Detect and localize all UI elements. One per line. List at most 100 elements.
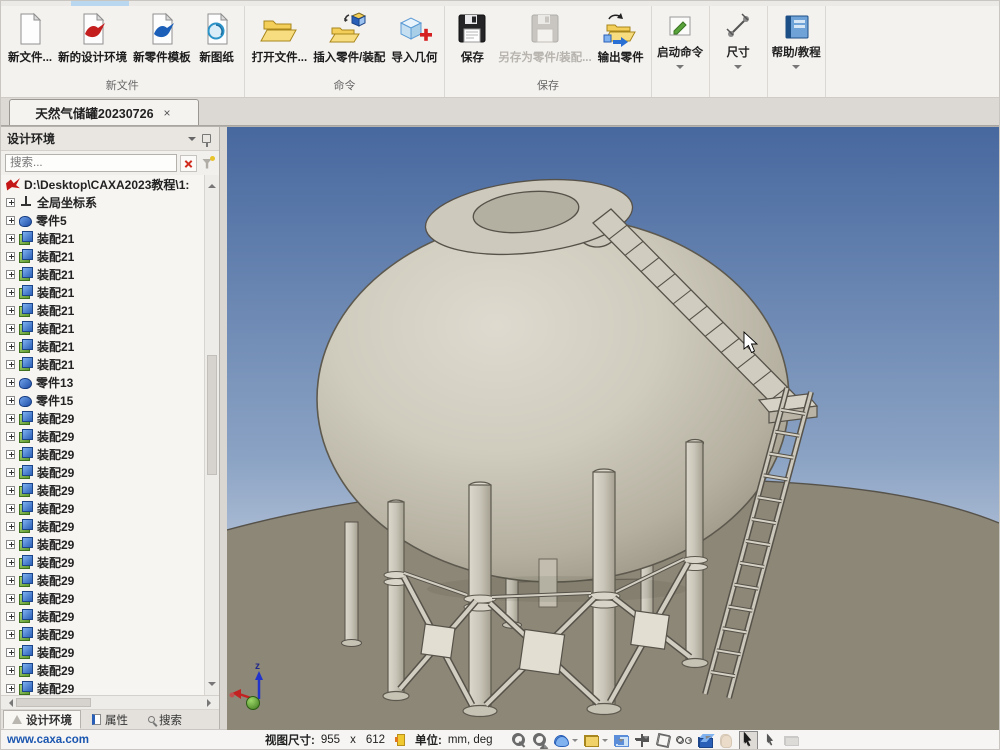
tree-expander-icon[interactable]: [6, 504, 15, 513]
tree-expander-icon[interactable]: [6, 342, 15, 351]
tree-expander-icon[interactable]: [6, 648, 15, 657]
tree-expander-icon[interactable]: [6, 306, 15, 315]
tree-item[interactable]: 装配29: [1, 535, 204, 553]
scroll-right-icon[interactable]: [207, 699, 215, 707]
tree-item[interactable]: 装配29: [1, 643, 204, 661]
tree-item[interactable]: 装配29: [1, 481, 204, 499]
tree-item[interactable]: 装配21: [1, 301, 204, 319]
tree-item[interactable]: 装配21: [1, 319, 204, 337]
save-as-button[interactable]: 另存为零件/装配...: [495, 8, 594, 67]
panel-collapse-icon[interactable]: [188, 137, 196, 145]
tab-properties[interactable]: 属性: [83, 710, 137, 729]
view-cylinder-icon[interactable]: [553, 732, 579, 749]
tree-expander-icon[interactable]: [6, 288, 15, 297]
tree-item[interactable]: 装配29: [1, 607, 204, 625]
tree-item[interactable]: 全局坐标系: [1, 193, 204, 211]
tree-item[interactable]: 装配29: [1, 625, 204, 643]
start-command-button[interactable]: 启动命令: [652, 6, 710, 97]
tree-item[interactable]: 装配29: [1, 499, 204, 517]
tree-item[interactable]: 装配29: [1, 571, 204, 589]
scroll-up-icon[interactable]: [208, 180, 216, 188]
new-drawing-button[interactable]: 新图纸: [194, 8, 240, 67]
insert-part-button[interactable]: 插入零件/装配: [310, 8, 388, 67]
pan-hand-icon[interactable]: [718, 732, 735, 749]
import-geometry-button[interactable]: 导入几何: [388, 8, 440, 67]
tree-item[interactable]: 装配29: [1, 589, 204, 607]
scroll-down-icon[interactable]: [208, 682, 216, 690]
tab-design-environment[interactable]: 设计环境: [3, 710, 81, 729]
view-panel-icon[interactable]: [613, 732, 630, 749]
tree-item[interactable]: 零件13: [1, 373, 204, 391]
tree-item[interactable]: 装配21: [1, 283, 204, 301]
tree-expander-icon[interactable]: [6, 540, 15, 549]
tree-expander-icon[interactable]: [6, 468, 15, 477]
clear-search-button[interactable]: [180, 155, 197, 172]
new-file-button[interactable]: 新文件...: [5, 8, 55, 67]
open-file-button[interactable]: 打开文件...: [249, 8, 311, 67]
caxa-link[interactable]: www.caxa.com: [7, 734, 89, 746]
wire-cube-icon[interactable]: [655, 732, 672, 749]
tree-item[interactable]: 装配29: [1, 427, 204, 445]
select-cursor-icon[interactable]: [739, 731, 758, 750]
horizontal-scrollbar[interactable]: [1, 696, 219, 710]
tree-item[interactable]: 装配29: [1, 463, 204, 481]
tree-expander-icon[interactable]: [6, 684, 15, 693]
tree-expander-icon[interactable]: [6, 216, 15, 225]
tree-item[interactable]: 装配21: [1, 229, 204, 247]
tree-expander-icon[interactable]: [6, 198, 15, 207]
tree-expander-icon[interactable]: [6, 594, 15, 603]
tree-expander-icon[interactable]: [6, 522, 15, 531]
tree-item[interactable]: 装配29: [1, 445, 204, 463]
tree-expander-icon[interactable]: [6, 324, 15, 333]
tree-item[interactable]: 装配21: [1, 337, 204, 355]
new-design-env-button[interactable]: 新的设计环境: [55, 8, 130, 67]
pin-icon[interactable]: [202, 134, 211, 143]
tree-item[interactable]: 零件15: [1, 391, 204, 409]
help-tutorial-button[interactable]: 帮助/教程: [768, 6, 826, 97]
tree-item[interactable]: 零件5: [1, 211, 204, 229]
tree-item[interactable]: 装配29: [1, 661, 204, 679]
tab-search[interactable]: 搜索: [139, 710, 191, 729]
measure-icon[interactable]: [783, 732, 800, 749]
tree-expander-icon[interactable]: [6, 252, 15, 261]
tree-expander-icon[interactable]: [6, 378, 15, 387]
3d-viewport[interactable]: z: [227, 127, 999, 729]
scroll-left-icon[interactable]: [5, 699, 13, 707]
zoom-in-icon[interactable]: [511, 732, 528, 749]
tree-expander-icon[interactable]: [6, 630, 15, 639]
tree-item[interactable]: 装配21: [1, 355, 204, 373]
tree-expander-icon[interactable]: [6, 360, 15, 369]
scrollbar-thumb[interactable]: [16, 698, 91, 707]
dimension-button[interactable]: 尺寸: [710, 6, 768, 97]
filter-icon[interactable]: [200, 155, 215, 172]
tree-item[interactable]: 装配29: [1, 679, 204, 695]
tree-expander-icon[interactable]: [6, 612, 15, 621]
panel-splitter[interactable]: [220, 127, 227, 729]
glasses-icon[interactable]: [676, 732, 693, 749]
tree-expander-icon[interactable]: [6, 576, 15, 585]
tree-expander-icon[interactable]: [6, 270, 15, 279]
zoom-out-icon[interactable]: [532, 732, 549, 749]
tree-expander-icon[interactable]: [6, 558, 15, 567]
tree-expander-icon[interactable]: [6, 666, 15, 675]
search-input[interactable]: [5, 154, 177, 172]
vertical-scrollbar[interactable]: [204, 175, 219, 695]
scrollbar-thumb[interactable]: [207, 355, 217, 475]
tree-item[interactable]: 装配29: [1, 517, 204, 535]
document-tab[interactable]: 天然气储罐20230726 ×: [9, 99, 199, 125]
tree-expander-icon[interactable]: [6, 396, 15, 405]
tree-item[interactable]: 装配29: [1, 553, 204, 571]
cursor-secondary-icon[interactable]: [762, 732, 779, 749]
tree-expander-icon[interactable]: [6, 486, 15, 495]
tree-expander-icon[interactable]: [6, 414, 15, 423]
tree-item[interactable]: 装配29: [1, 409, 204, 427]
tree-item[interactable]: 装配21: [1, 247, 204, 265]
shaded-cube-icon[interactable]: [697, 732, 714, 749]
tree-expander-icon[interactable]: [6, 432, 15, 441]
view-box-yellow-icon[interactable]: [583, 732, 609, 749]
tree-item[interactable]: 装配21: [1, 265, 204, 283]
export-part-button[interactable]: 输出零件: [595, 8, 647, 67]
save-button[interactable]: 保存: [449, 8, 495, 67]
tree-expander-icon[interactable]: [6, 234, 15, 243]
new-part-template-button[interactable]: 新零件模板: [130, 8, 194, 67]
